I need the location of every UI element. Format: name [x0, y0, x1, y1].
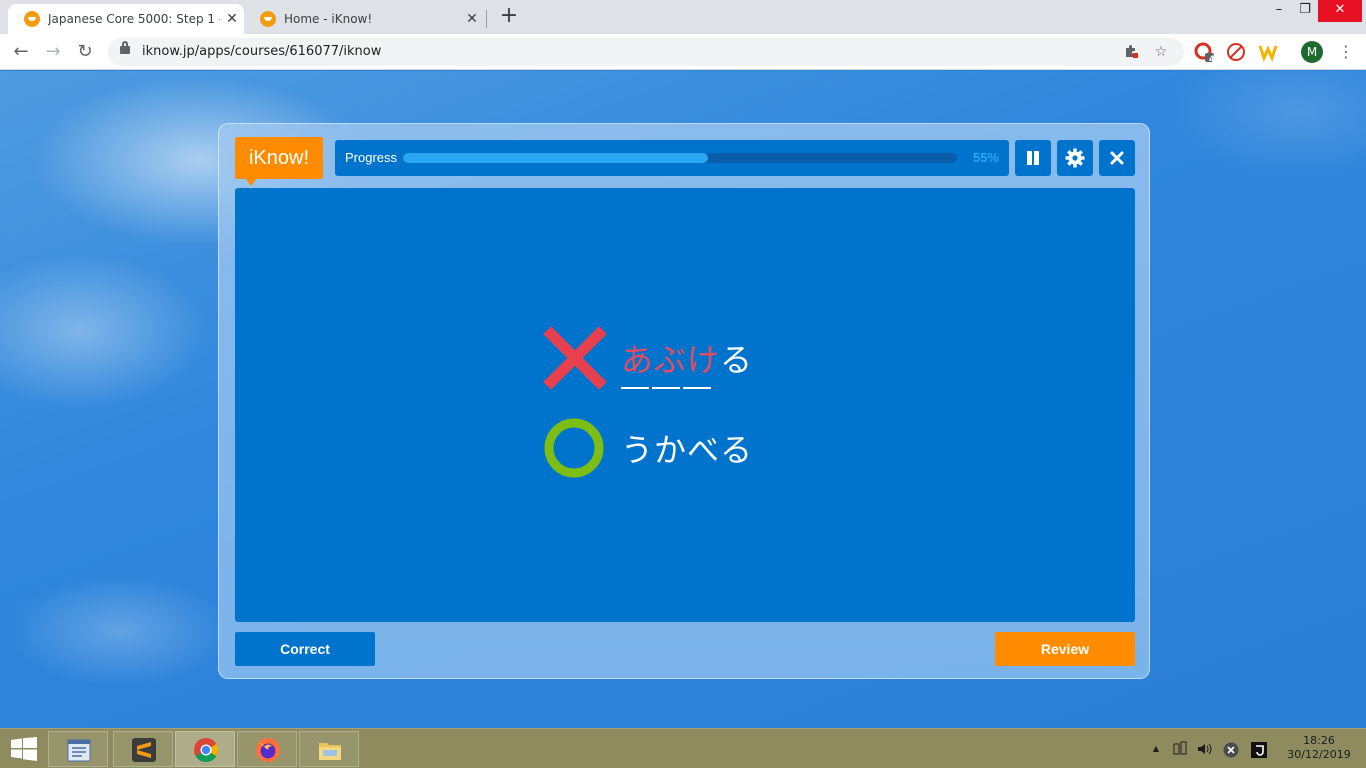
clock-date: 30/12/2019 [1287, 748, 1351, 761]
blocked-extension-icon[interactable] [1226, 42, 1246, 62]
taskbar-sublime-text[interactable] [113, 731, 173, 767]
question-stage: あぶける うかべる [235, 188, 1135, 622]
close-session-button[interactable] [1099, 140, 1135, 176]
new-tab-button[interactable]: + [498, 5, 520, 29]
clock-time: 18:26 [1303, 734, 1335, 747]
folder-icon [319, 743, 341, 760]
progress-bar: Progress 55% [335, 140, 1009, 176]
wrong-answer-text: あぶける [621, 335, 754, 389]
kana-underline [683, 387, 711, 389]
iknow-favicon-icon [260, 11, 276, 27]
page-background: iKnow! Progress 55% あぶける うかべる Correct Re… [0, 71, 1366, 728]
tab-divider [486, 10, 487, 28]
forward-button[interactable]: → [41, 40, 65, 64]
tray-expand-icon[interactable]: ▲ [1150, 741, 1162, 757]
kana-underline [652, 387, 680, 389]
iknow-logo[interactable]: iKnow! [235, 137, 323, 186]
w-extension-icon[interactable] [1258, 42, 1278, 63]
start-button[interactable] [10, 737, 38, 761]
progress-label: Progress [345, 150, 398, 165]
gear-icon [1065, 148, 1085, 168]
close-window-button[interactable]: ✕ [1318, 0, 1362, 22]
settings-button[interactable] [1057, 140, 1093, 176]
progress-percent: 55% [972, 150, 999, 165]
profile-avatar[interactable]: M [1301, 41, 1323, 63]
text-editor-icon [67, 739, 91, 762]
taskbar-firefox[interactable] [237, 731, 297, 767]
app-tray-icon[interactable] [1250, 741, 1268, 763]
action-center-icon[interactable] [1222, 741, 1240, 763]
remaining-kana: る [720, 341, 754, 379]
correct-circle-icon [543, 416, 607, 480]
tab-title: Japanese Core 5000: Step 1 - iKn [48, 12, 220, 26]
close-tab-icon[interactable]: ✕ [220, 11, 244, 27]
kana-underline [621, 387, 649, 389]
wrong-answer-row: あぶける [543, 326, 753, 390]
close-icon [1110, 151, 1124, 165]
address-bar[interactable]: iknow.jp/apps/courses/616077/iknow ☆ [108, 38, 1184, 66]
restore-button[interactable]: ❐ [1290, 0, 1320, 22]
chrome-icon [194, 738, 219, 762]
windows-taskbar: ▲ 18:26 30/12/2019 [0, 728, 1366, 768]
review-button[interactable]: Review [995, 632, 1135, 666]
back-button[interactable]: ← [9, 40, 33, 64]
windows-logo-icon [11, 737, 37, 761]
typed-wrong-kana: あぶけ [621, 341, 721, 379]
sublime-text-icon [132, 738, 156, 762]
bookmark-star-icon[interactable]: ☆ [1152, 43, 1170, 61]
browser-menu-icon[interactable]: ⋮ [1338, 40, 1354, 64]
progress-track [403, 153, 957, 163]
firefox-icon [256, 738, 280, 762]
reload-button[interactable]: ↻ [73, 40, 97, 64]
close-tab-icon[interactable]: ✕ [460, 11, 484, 27]
correct-button[interactable]: Correct [235, 632, 375, 666]
extension-puzzle-icon[interactable] [1122, 43, 1140, 61]
lock-icon[interactable] [120, 41, 130, 54]
correct-answer-row: うかべる [543, 416, 753, 480]
url-text[interactable]: iknow.jp/apps/courses/616077/iknow [142, 44, 381, 59]
tab-title: Home - iKnow! [284, 12, 373, 26]
iknow-study-panel: iKnow! Progress 55% あぶける うかべる Correct Re… [218, 123, 1150, 679]
tab-iknow-course[interactable]: Japanese Core 5000: Step 1 - iKn ✕ [8, 4, 244, 34]
taskbar-chrome[interactable] [175, 731, 235, 767]
system-clock[interactable]: 18:26 30/12/2019 [1286, 734, 1352, 762]
taskbar-text-editor[interactable] [48, 731, 108, 767]
taskbar-file-explorer[interactable] [299, 731, 359, 767]
tab-iknow-home[interactable]: Home - iKnow! ✕ [244, 4, 484, 34]
pause-button[interactable] [1015, 140, 1051, 176]
wrong-cross-icon [543, 326, 607, 390]
volume-icon[interactable] [1196, 741, 1214, 761]
correct-answer-text: うかべる [621, 431, 754, 469]
progress-fill [403, 153, 708, 163]
network-icon[interactable] [1172, 741, 1188, 761]
iknow-favicon-icon [24, 11, 40, 27]
extension-badge-count: 4 [1208, 55, 1216, 65]
tab-strip: Japanese Core 5000: Step 1 - iKn ✕ Home … [0, 0, 1366, 34]
browser-toolbar: ← → ↻ iknow.jp/apps/courses/616077/iknow… [0, 34, 1366, 70]
